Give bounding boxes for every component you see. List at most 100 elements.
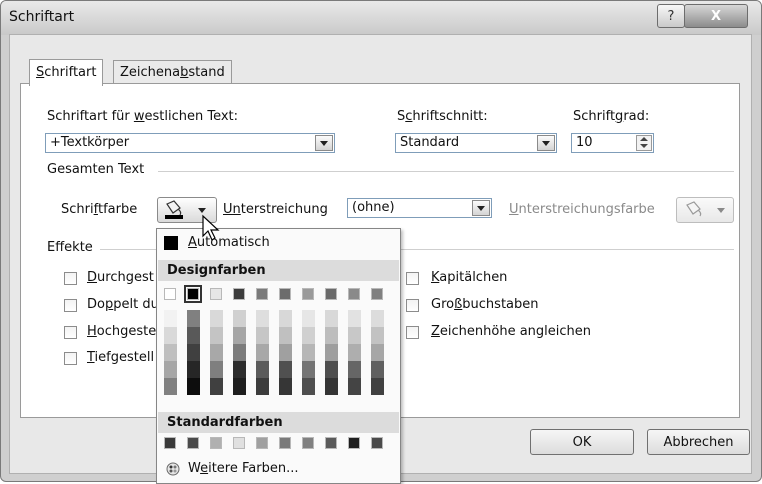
theme-shade-swatch[interactable] <box>256 344 269 361</box>
latin-font-combobox[interactable]: +Textkörper <box>45 133 335 153</box>
theme-shade-swatch[interactable] <box>164 327 177 344</box>
theme-shade-swatch[interactable] <box>210 310 223 327</box>
theme-color-swatch[interactable] <box>325 288 337 300</box>
strikethrough-checkbox[interactable] <box>64 272 77 285</box>
chevron-down-icon[interactable] <box>315 135 333 151</box>
theme-shade-swatch[interactable] <box>348 327 361 344</box>
theme-color-swatch[interactable] <box>233 288 245 300</box>
theme-shade-swatch[interactable] <box>210 378 223 395</box>
theme-shade-swatch[interactable] <box>371 378 384 395</box>
theme-shade-swatch[interactable] <box>348 361 361 378</box>
theme-shade-swatch[interactable] <box>279 344 292 361</box>
subscript-checkbox[interactable] <box>64 352 77 365</box>
automatic-color-item[interactable]: Automatisch <box>158 233 399 255</box>
standard-color-swatch[interactable] <box>371 437 383 449</box>
theme-shade-swatch[interactable] <box>325 378 338 395</box>
chevron-down-icon[interactable] <box>472 200 490 216</box>
theme-color-swatch[interactable] <box>164 288 176 300</box>
theme-shade-swatch[interactable] <box>348 378 361 395</box>
theme-shade-swatch[interactable] <box>210 361 223 378</box>
double-strikethrough-checkbox[interactable] <box>64 299 77 312</box>
ok-button[interactable]: OK <box>530 429 634 455</box>
theme-color-swatch[interactable] <box>279 288 291 300</box>
all-caps-checkbox[interactable] <box>406 299 419 312</box>
theme-shade-swatch[interactable] <box>325 327 338 344</box>
theme-shade-swatch[interactable] <box>164 361 177 378</box>
chevron-down-icon[interactable] <box>537 135 555 151</box>
underline-combobox[interactable]: (ohne) <box>347 198 492 218</box>
standard-color-swatch[interactable] <box>164 437 176 449</box>
theme-shade-swatch[interactable] <box>279 327 292 344</box>
theme-color-swatch[interactable] <box>371 288 383 300</box>
theme-shade-swatch[interactable] <box>233 310 246 327</box>
theme-color-swatch[interactable] <box>348 288 360 300</box>
theme-color-swatch[interactable] <box>302 288 314 300</box>
all-text-heading: Gesamten Text <box>47 162 145 177</box>
theme-shade-swatch[interactable] <box>164 310 177 327</box>
standard-color-swatch[interactable] <box>279 437 291 449</box>
paint-bucket-icon <box>686 201 725 217</box>
theme-shade-swatch[interactable] <box>210 344 223 361</box>
underline-color-label: Unterstreichungsfarbe <box>509 202 655 217</box>
group-divider <box>158 171 734 172</box>
theme-shade-swatch[interactable] <box>371 327 384 344</box>
theme-shade-swatch[interactable] <box>187 327 200 344</box>
theme-shade-swatch[interactable] <box>164 344 177 361</box>
theme-shade-swatch[interactable] <box>371 310 384 327</box>
theme-shade-swatch[interactable] <box>325 361 338 378</box>
spin-arrows-icon[interactable] <box>636 135 652 151</box>
font-style-label: Schriftschnitt: <box>397 109 488 124</box>
theme-shade-swatch[interactable] <box>256 361 269 378</box>
theme-shade-swatch[interactable] <box>256 327 269 344</box>
theme-shade-swatch[interactable] <box>371 361 384 378</box>
theme-shade-swatch[interactable] <box>325 310 338 327</box>
theme-shade-swatch[interactable] <box>302 310 315 327</box>
theme-shade-swatch[interactable] <box>279 378 292 395</box>
tab-schriftart[interactable]: Schriftart <box>29 59 104 86</box>
theme-shade-swatch[interactable] <box>210 327 223 344</box>
theme-shade-swatch[interactable] <box>279 361 292 378</box>
theme-shade-swatch[interactable] <box>302 378 315 395</box>
theme-shade-swatch[interactable] <box>256 378 269 395</box>
theme-shade-swatch[interactable] <box>164 378 177 395</box>
standard-color-swatch[interactable] <box>233 437 245 449</box>
superscript-checkbox[interactable] <box>64 326 77 339</box>
theme-shade-swatch[interactable] <box>187 310 200 327</box>
theme-shade-swatch[interactable] <box>302 327 315 344</box>
theme-shade-swatch[interactable] <box>233 361 246 378</box>
theme-shade-swatch[interactable] <box>325 344 338 361</box>
theme-color-swatch[interactable] <box>210 288 222 300</box>
theme-shade-swatch[interactable] <box>348 344 361 361</box>
theme-shade-swatch[interactable] <box>302 361 315 378</box>
small-caps-checkbox[interactable] <box>406 272 419 285</box>
theme-shade-swatch[interactable] <box>187 378 200 395</box>
help-button[interactable]: ? <box>657 4 685 28</box>
font-style-combobox[interactable]: Standard <box>395 133 557 153</box>
theme-shade-swatch[interactable] <box>233 327 246 344</box>
more-colors-item[interactable]: Weitere Farben... <box>158 458 399 480</box>
standard-color-swatch[interactable] <box>210 437 222 449</box>
standard-color-swatch[interactable] <box>256 437 268 449</box>
theme-shade-swatch[interactable] <box>279 310 292 327</box>
theme-shade-swatch[interactable] <box>256 310 269 327</box>
theme-shade-swatch[interactable] <box>348 310 361 327</box>
theme-shade-swatch[interactable] <box>187 361 200 378</box>
standard-color-swatch[interactable] <box>187 437 199 449</box>
theme-shade-swatch[interactable] <box>233 378 246 395</box>
theme-shade-swatch[interactable] <box>233 344 246 361</box>
font-size-spinner[interactable]: 10 <box>571 133 654 153</box>
theme-shade-swatch[interactable] <box>371 344 384 361</box>
theme-color-swatch[interactable] <box>184 285 202 303</box>
standard-color-swatch[interactable] <box>302 437 314 449</box>
close-button[interactable]: X <box>684 4 748 28</box>
double-strikethrough-label: Doppelt du <box>87 297 159 312</box>
theme-color-swatch[interactable] <box>256 288 268 300</box>
cancel-button[interactable]: Abbrechen <box>647 429 750 455</box>
equalize-height-checkbox[interactable] <box>406 326 419 339</box>
theme-shade-swatch[interactable] <box>302 344 315 361</box>
standard-color-swatch[interactable] <box>348 437 360 449</box>
standard-color-swatch[interactable] <box>325 437 337 449</box>
effects-heading: Effekte <box>47 240 93 255</box>
theme-shade-swatch[interactable] <box>187 344 200 361</box>
all-caps-label: Großbuchstaben <box>431 297 539 312</box>
